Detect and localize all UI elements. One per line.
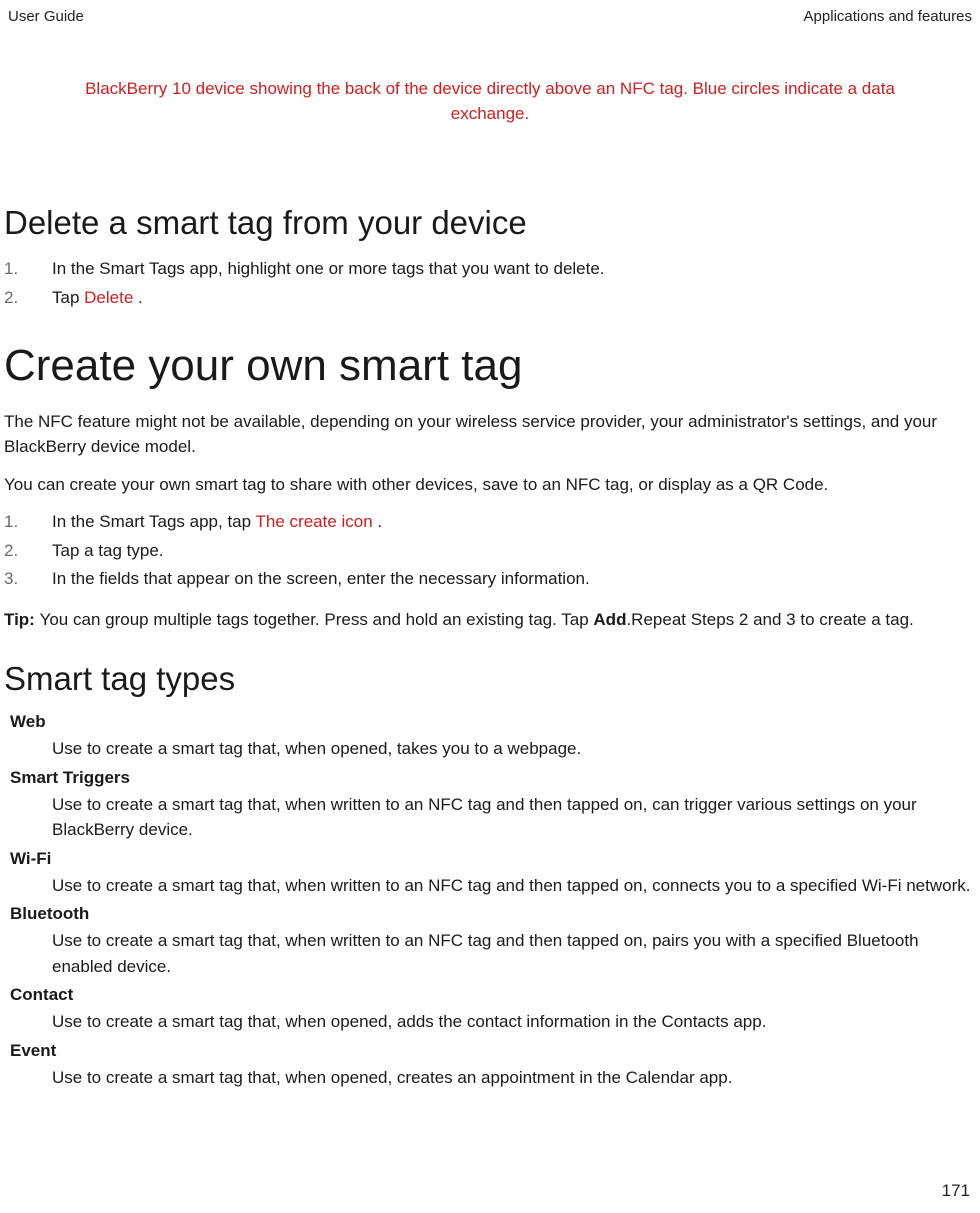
tip-text: You can group multiple tags together. Pr… (40, 610, 594, 629)
tag-types-list: Web Use to create a smart tag that, when… (4, 712, 976, 1090)
paragraph: The NFC feature might not be available, … (4, 409, 976, 460)
heading-delete-smart-tag: Delete a smart tag from your device (4, 204, 976, 242)
tag-type-term: Contact (10, 985, 976, 1005)
paragraph: You can create your own smart tag to sha… (4, 472, 976, 498)
tag-type-term: Event (10, 1041, 976, 1061)
tag-type-term: Wi-Fi (10, 849, 976, 869)
page-header: User Guide Applications and features (0, 0, 980, 25)
step-text: In the Smart Tags app, tap (52, 512, 256, 531)
tag-type-desc: Use to create a smart tag that, when ope… (52, 1065, 976, 1091)
tag-type-term: Smart Triggers (10, 768, 976, 788)
figure-caption: BlackBerry 10 device showing the back of… (72, 77, 908, 126)
page-number: 171 (942, 1181, 970, 1201)
heading-create-smart-tag: Create your own smart tag (4, 341, 976, 391)
list-item: Tap a tag type. (4, 538, 976, 564)
tip-label: Tip: (4, 610, 40, 629)
list-item: In the Smart Tags app, tap The create ic… (4, 509, 976, 535)
tag-type-desc: Use to create a smart tag that, when wri… (52, 873, 976, 899)
header-left: User Guide (8, 8, 84, 25)
tag-type-term: Bluetooth (10, 904, 976, 924)
heading-smart-tag-types: Smart tag types (4, 660, 976, 698)
tag-type-desc: Use to create a smart tag that, when wri… (52, 792, 976, 843)
step-text: Tap (52, 288, 84, 307)
tag-type-term: Web (10, 712, 976, 732)
delete-steps-list: In the Smart Tags app, highlight one or … (4, 256, 976, 311)
list-item: Tap Delete . (4, 285, 976, 311)
header-right: Applications and features (804, 8, 972, 25)
create-steps-list: In the Smart Tags app, tap The create ic… (4, 509, 976, 592)
tip-text: .Repeat Steps 2 and 3 to create a tag. (626, 610, 913, 629)
delete-icon: Delete (84, 288, 138, 307)
tag-type-desc: Use to create a smart tag that, when ope… (52, 736, 976, 762)
tag-type-desc: Use to create a smart tag that, when ope… (52, 1009, 976, 1035)
create-icon: The create icon (256, 512, 378, 531)
step-text: . (377, 512, 382, 531)
list-item: In the fields that appear on the screen,… (4, 566, 976, 592)
step-text: . (138, 288, 143, 307)
tag-type-desc: Use to create a smart tag that, when wri… (52, 928, 976, 979)
list-item: In the Smart Tags app, highlight one or … (4, 256, 976, 282)
tip-paragraph: Tip: You can group multiple tags togethe… (4, 607, 976, 633)
tip-bold-add: Add (593, 610, 626, 629)
